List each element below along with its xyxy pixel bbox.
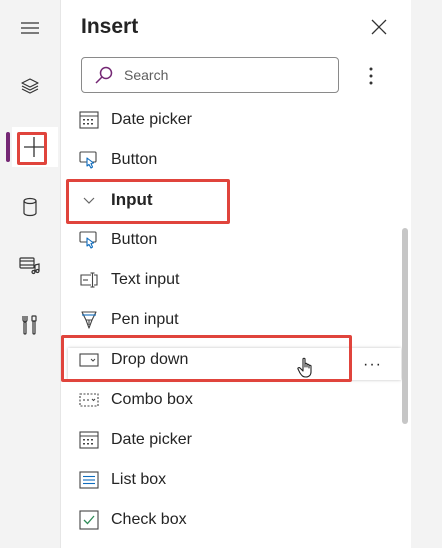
search-input[interactable] xyxy=(124,67,324,83)
more-options-icon[interactable] xyxy=(361,64,381,88)
canvas-edge xyxy=(411,0,442,548)
list-item[interactable]: Button xyxy=(61,220,401,260)
close-icon[interactable] xyxy=(367,15,391,39)
group-header-label: Input xyxy=(111,190,153,209)
left-rail xyxy=(0,0,61,548)
list-item-label: Check box xyxy=(111,511,187,528)
list-item-label: Text input xyxy=(111,271,180,288)
list-item-label: Button xyxy=(111,231,158,248)
list-item-label: Button xyxy=(111,151,158,168)
list-item[interactable]: List box xyxy=(61,460,401,500)
button-touch-icon xyxy=(79,230,99,250)
search-box[interactable] xyxy=(81,57,339,93)
group-header-input[interactable]: Input xyxy=(61,180,401,220)
list-item[interactable]: Pen input xyxy=(61,300,401,340)
calendar-icon xyxy=(79,430,99,450)
list-item-drop-down[interactable]: Drop down xyxy=(61,340,401,380)
layers-icon[interactable] xyxy=(0,66,60,106)
control-list: Date picker Button Input Button Text inp… xyxy=(61,104,411,548)
list-item[interactable]: Text input xyxy=(61,260,401,300)
list-item-label: Date picker xyxy=(111,111,192,128)
list-item-label: Pen input xyxy=(111,311,179,328)
row-more-options-icon[interactable]: ··· xyxy=(363,356,382,374)
list-item-label: Date picker xyxy=(111,431,192,448)
list-box-icon xyxy=(79,470,99,490)
insert-plus-icon[interactable] xyxy=(14,127,54,167)
panel-title: Insert xyxy=(81,15,139,38)
tools-icon[interactable] xyxy=(0,305,60,345)
calendar-icon xyxy=(79,110,99,130)
combo-box-icon xyxy=(79,390,99,410)
list-item-label: Combo box xyxy=(111,391,193,408)
rail-active-indicator xyxy=(6,132,10,162)
list-item[interactable]: Date picker xyxy=(61,420,401,460)
text-input-icon xyxy=(79,270,99,290)
data-cylinder-icon[interactable] xyxy=(0,187,60,227)
checkbox-icon xyxy=(79,510,99,530)
list-item[interactable]: Date picker xyxy=(61,104,401,140)
list-item[interactable]: Check box xyxy=(61,500,401,540)
media-icon[interactable] xyxy=(0,245,60,285)
insert-panel: Insert Date picker Button xyxy=(61,0,411,548)
search-icon xyxy=(94,65,114,85)
list-item-label: List box xyxy=(111,471,167,488)
pen-icon xyxy=(79,310,99,330)
list-item[interactable]: Button xyxy=(61,140,401,180)
hamburger-menu-icon[interactable] xyxy=(0,8,60,48)
list-item-label: Drop down xyxy=(111,351,189,368)
button-touch-icon xyxy=(79,150,99,170)
dropdown-icon xyxy=(79,350,99,370)
list-item[interactable]: Combo box xyxy=(61,380,401,420)
scrollbar-thumb[interactable] xyxy=(402,228,408,424)
chevron-down-icon xyxy=(79,190,99,210)
